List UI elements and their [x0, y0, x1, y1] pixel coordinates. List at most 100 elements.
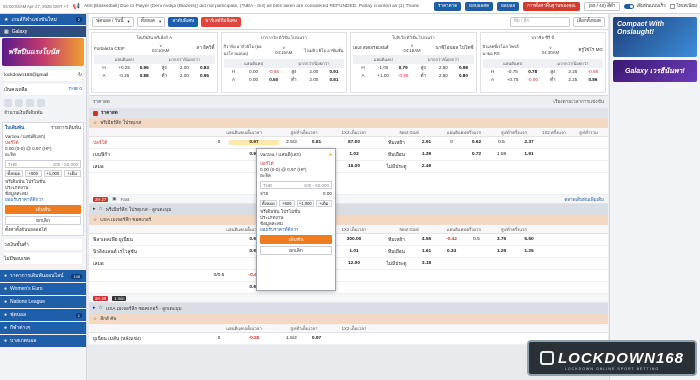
odds-cell[interactable]: 2.37: [514, 140, 544, 145]
chip-1000[interactable]: +1,000: [297, 200, 314, 207]
nav-item-online[interactable]: ● ราคาการเดิมพันออนไลน์ 138: [0, 270, 86, 282]
results-button[interactable]: ผลบอล: [497, 2, 520, 11]
odds-mode-select[interactable]: ราคาสด: [93, 99, 110, 106]
toggle-switch[interactable]: [624, 4, 635, 9]
fast-label[interactable]: Fast: [120, 197, 129, 202]
accept-better-odds[interactable]: ยอมรับราคาที่ดีกว่า: [260, 227, 332, 233]
layout-select[interactable]: (60 / 40) สีดำ: [583, 2, 621, 11]
odds-cell[interactable]: 0.97: [304, 336, 329, 341]
nav-item-nations-league[interactable]: ● Nations League: [0, 296, 86, 308]
tab-special[interactable]: ลาดับพิเศษ: [168, 16, 199, 27]
league-header[interactable]: ☆ พรีเมียร์ลีก โปรตุเกส: [89, 118, 608, 128]
star-icon[interactable]: ☆: [98, 306, 102, 311]
popup-stake-input[interactable]: THB 100 - 50,000: [260, 181, 332, 189]
tab-parlay[interactable]: พาร์เลย์ทีมพิเศษ: [201, 16, 241, 27]
odds-cell[interactable]: -0.42: [439, 237, 464, 242]
odds-cell[interactable]: 1.25: [489, 249, 514, 254]
star-icon[interactable]: ☆: [93, 316, 97, 322]
auto-settings-link[interactable]: ตั้งค่าตั้งต้นบอลออโต้: [5, 227, 81, 233]
refresh-icon[interactable]: ↻: [78, 73, 82, 78]
odds-cell[interactable]: 1.61: [414, 249, 439, 254]
statement-icon[interactable]: [4, 99, 12, 107]
odds-cell[interactable]: 2.49: [414, 164, 439, 169]
sport-select[interactable]: ฟุตบอล / วันนี้ ▾: [92, 16, 134, 27]
league-header[interactable]: ☆ ลีกส์ คัพ: [89, 314, 608, 324]
nav-item-basketball[interactable]: ● บาสเกตบอล: [0, 335, 86, 347]
close-icon[interactable]: ●: [329, 152, 332, 159]
league-group[interactable]: ▸ ☆ พรีเมียร์ลีก โปรตุเกส - ลูกเตะมุม: [89, 204, 608, 215]
odds-cell[interactable]: 0.72: [464, 152, 489, 157]
odds-cell[interactable]: 1.39: [414, 152, 439, 157]
popup-cancel-button[interactable]: ยกเลิก: [260, 246, 332, 255]
theme-checkbox[interactable]: ไทเทเนียม: [669, 3, 697, 10]
nav-item-womens-euro[interactable]: ● Women's Euro: [0, 283, 86, 295]
popup-place-bet-button[interactable]: เดิมพัน: [260, 235, 332, 244]
odds-cell[interactable]: 1.25: [514, 249, 544, 254]
star-icon[interactable]: ☆: [93, 217, 97, 223]
odds-cell[interactable]: 0.97: [229, 140, 279, 145]
expand-icon[interactable]: ▸: [93, 306, 95, 311]
odds-cell[interactable]: 2.91: [414, 140, 439, 145]
sort-select[interactable]: ทั้งหมด ▾: [136, 16, 166, 27]
match-card[interactable]: โคเปียงิน พรีเมียร์ A Fortaleza CEIF v 04:…: [91, 32, 218, 93]
odds-cell[interactable]: 12.00: [329, 261, 379, 266]
settings-icon[interactable]: [37, 99, 45, 107]
odds-cell[interactable]: 5.50: [514, 237, 544, 242]
chip-all[interactable]: ทั้งหมด: [260, 200, 277, 207]
odds-button[interactable]: ราคาคาด: [433, 2, 462, 11]
nav-item-sports[interactable]: ● กีฬาต่างๆ: [0, 322, 86, 334]
galaxy-bar[interactable]: ▦ Galaxy: [0, 26, 86, 37]
match-card[interactable]: โบลิเวีย ดิวิชั่น ไปรเมร่า เอเอ สเตอรอเล…: [350, 32, 477, 93]
odds-cell[interactable]: 4.55: [414, 237, 439, 242]
tab-bet-slip[interactable]: ใบเดิมพัน: [5, 125, 24, 132]
league-header[interactable]: ☆ USA เมเจอร์ลีก ซอคเกอร์: [89, 215, 608, 225]
odds-cell[interactable]: 300.00: [329, 237, 379, 242]
message-icon[interactable]: [15, 99, 23, 107]
odds-cell[interactable]: 0.34: [439, 249, 464, 254]
chip-500[interactable]: +500: [24, 170, 42, 177]
new-games-bar[interactable]: ★ เกมส์กีฬาแข่งขันใหม่ 2: [0, 14, 86, 25]
chip-1000[interactable]: +1,000: [44, 170, 62, 177]
tv-icon[interactable]: ▣: [112, 196, 116, 202]
chip-max[interactable]: +เต็ม: [63, 170, 81, 177]
rules-icon[interactable]: [26, 99, 34, 107]
match-card[interactable]: บราซิล ซีรี่ บี ปัวเลยขี่เรโอส ไพรส์ นาย…: [479, 32, 606, 93]
odds-cell[interactable]: 16.00: [329, 164, 379, 169]
star-icon[interactable]: ☆: [93, 120, 97, 126]
odds-cell[interactable]: 0.81: [304, 140, 329, 145]
odds-cell[interactable]: 3.75: [489, 237, 514, 242]
odds-cell[interactable]: 1.91: [514, 152, 544, 157]
accept-better-odds[interactable]: ยอมรับราคาที่ดีกว่า: [5, 197, 81, 203]
preferences-button[interactable]: การตั้งค่าพื้นฐานของคุณ: [523, 2, 580, 11]
cancel-button[interactable]: ยกเลิก: [5, 216, 81, 225]
league-group[interactable]: ▸ ☆ USA เมเจอร์ลีก ซอคเกอร์ - ลูกเตะมุม: [89, 303, 608, 314]
sort-by-time-select[interactable]: เรียงตามเวลาการแข่งขัน: [553, 99, 604, 106]
star-icon[interactable]: ☆: [98, 207, 102, 212]
live-section-header[interactable]: ราคาสด: [89, 108, 608, 118]
odds-cell[interactable]: 87.00: [329, 140, 379, 145]
stake-input[interactable]: THB 100 - 50,000: [5, 160, 81, 168]
checkbox-icon[interactable]: [669, 4, 675, 9]
promo-banner-right[interactable]: Compact With Onslaught!: [613, 17, 697, 57]
match-card[interactable]: ปารากวัย ดิวิชั่น ไปรเมร่า กีวาร์ด อากัว…: [220, 32, 347, 93]
promo-banner-galaxy[interactable]: Galaxy เวรธีนันพา!: [613, 60, 697, 82]
chevron-down-icon: ▾: [159, 18, 162, 24]
expand-icon[interactable]: ▸: [93, 207, 95, 212]
select-all-button[interactable]: เลือกทั้งหมด: [572, 16, 605, 27]
odds-cell[interactable]: 1.03: [329, 152, 379, 157]
odds-cell[interactable]: 1.01: [329, 249, 379, 254]
promo-banner[interactable]: ฟรีสปินแรงโบนัส: [2, 38, 84, 66]
tab-bet-list[interactable]: รายการเดิมพัน: [51, 125, 81, 132]
chip-500[interactable]: +500: [278, 200, 295, 207]
search-input[interactable]: ทีม / ลีก: [509, 16, 570, 27]
more-markets-link[interactable]: ตลาดเดิมพันเพิ่มเติม: [565, 196, 605, 203]
place-bet-button[interactable]: เดิมพัน: [5, 205, 81, 214]
odds-cell[interactable]: -0.85: [229, 336, 279, 341]
odds-cell[interactable]: 3.18: [414, 261, 439, 266]
odds-cell[interactable]: 0.62: [464, 140, 489, 145]
live-results-button[interactable]: ผลบอลสด: [465, 2, 494, 11]
quick-bet-toggle[interactable]: เดิมพันแบบเร็ว: [624, 3, 666, 10]
chip-max[interactable]: +เต็ม: [315, 200, 332, 207]
nav-item-football[interactable]: ● ฟุตบอล 1: [0, 309, 86, 321]
chip-all[interactable]: ทั้งหมด: [5, 170, 23, 177]
